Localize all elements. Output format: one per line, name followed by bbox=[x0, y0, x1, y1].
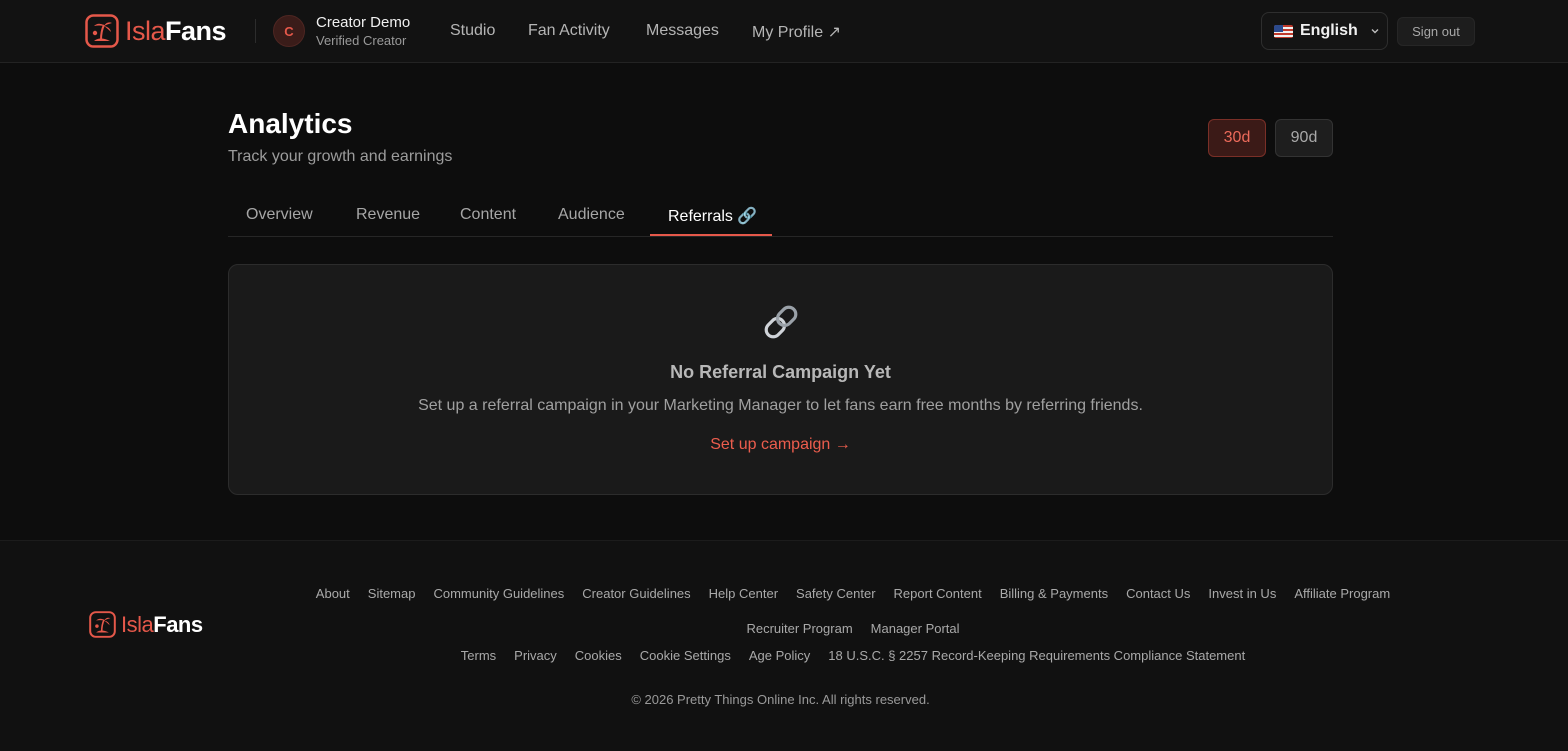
header-divider bbox=[255, 19, 256, 43]
footer-link-cookies[interactable]: Cookies bbox=[575, 648, 622, 663]
empty-state-description: Set up a referral campaign in your Marke… bbox=[418, 397, 1143, 414]
footer-link-sitemap[interactable]: Sitemap bbox=[368, 586, 416, 601]
footer-link-invest-in-us[interactable]: Invest in Us bbox=[1208, 586, 1276, 601]
palm-logo-icon bbox=[85, 14, 119, 48]
nav-studio[interactable]: Studio bbox=[450, 22, 495, 40]
link-icon bbox=[764, 305, 798, 339]
islafans-logo[interactable]: IslaFans bbox=[85, 14, 227, 48]
sign-out-button[interactable]: Sign out bbox=[1397, 17, 1475, 46]
footer-link-about[interactable]: About bbox=[316, 586, 350, 601]
language-label: English bbox=[1300, 22, 1358, 39]
range-90d-button[interactable]: 90d bbox=[1275, 119, 1333, 157]
tab-overview[interactable]: Overview bbox=[246, 206, 313, 224]
brand-name: IslaFans bbox=[125, 16, 227, 46]
creator-name: Creator Demo bbox=[316, 14, 411, 31]
site-footer bbox=[0, 540, 1568, 751]
set-up-campaign-link: Set up campaign → bbox=[0, 436, 1561, 454]
creator-role: Verified Creator bbox=[316, 33, 407, 48]
tab-audience[interactable]: Audience bbox=[558, 206, 625, 224]
nav-messages[interactable]: Messages bbox=[646, 22, 719, 40]
footer-link-manager-portal[interactable]: Manager Portal bbox=[871, 621, 960, 636]
footer-link-privacy[interactable]: Privacy bbox=[514, 648, 557, 663]
copyright-text: © 2026 Pretty Things Online Inc. All rig… bbox=[631, 692, 930, 707]
tab-referrals[interactable]: Referrals 🔗 bbox=[668, 206, 757, 226]
us-flag-icon bbox=[1274, 24, 1293, 38]
chevron-down-icon bbox=[1371, 29, 1379, 34]
tabs-divider bbox=[228, 236, 1333, 237]
footer-link-report-content[interactable]: Report Content bbox=[894, 586, 982, 601]
avatar[interactable]: C bbox=[273, 15, 305, 47]
palm-logo-icon bbox=[89, 611, 116, 638]
footer-link-2257-statement[interactable]: 18 U.S.C. § 2257 Record-Keeping Requirem… bbox=[828, 648, 1245, 663]
active-tab-indicator bbox=[650, 234, 772, 236]
footer-link-creator-guidelines[interactable]: Creator Guidelines bbox=[582, 586, 690, 601]
empty-state-title: No Referral Campaign Yet bbox=[670, 362, 891, 382]
footer-link-safety-center[interactable]: Safety Center bbox=[796, 586, 876, 601]
footer-link-help-center[interactable]: Help Center bbox=[709, 586, 778, 601]
footer-links-row-3: Terms Privacy Cookies Cookie Settings Ag… bbox=[128, 648, 1568, 663]
top-navbar: IslaFans C Creator Demo Verified Creator… bbox=[0, 0, 1568, 63]
footer-link-terms[interactable]: Terms bbox=[461, 648, 496, 663]
footer-link-affiliate-program[interactable]: Affiliate Program bbox=[1294, 586, 1390, 601]
set-up-campaign-link-text[interactable]: Set up campaign → bbox=[710, 436, 851, 453]
footer-link-recruiter-program[interactable]: Recruiter Program bbox=[746, 621, 852, 636]
footer-link-cookie-settings[interactable]: Cookie Settings bbox=[640, 648, 731, 663]
footer-links-row-1: About Sitemap Community Guidelines Creat… bbox=[128, 586, 1568, 601]
footer-link-billing-payments[interactable]: Billing & Payments bbox=[1000, 586, 1108, 601]
footer-link-community-guidelines[interactable]: Community Guidelines bbox=[433, 586, 564, 601]
nav-fan-activity[interactable]: Fan Activity bbox=[528, 22, 610, 40]
footer-links-row-2: Recruiter Program Manager Portal bbox=[128, 621, 1568, 636]
language-selector[interactable]: English bbox=[1261, 12, 1388, 50]
page-subtitle: Track your growth and earnings bbox=[228, 148, 453, 165]
footer-link-contact-us[interactable]: Contact Us bbox=[1126, 586, 1190, 601]
tab-content[interactable]: Content bbox=[460, 206, 516, 224]
footer-link-age-policy[interactable]: Age Policy bbox=[749, 648, 810, 663]
tab-revenue[interactable]: Revenue bbox=[356, 206, 420, 224]
nav-my-profile[interactable]: My Profile ↗ bbox=[752, 22, 841, 42]
range-30d-button[interactable]: 30d bbox=[1208, 119, 1266, 157]
page-title: Analytics bbox=[228, 108, 353, 139]
